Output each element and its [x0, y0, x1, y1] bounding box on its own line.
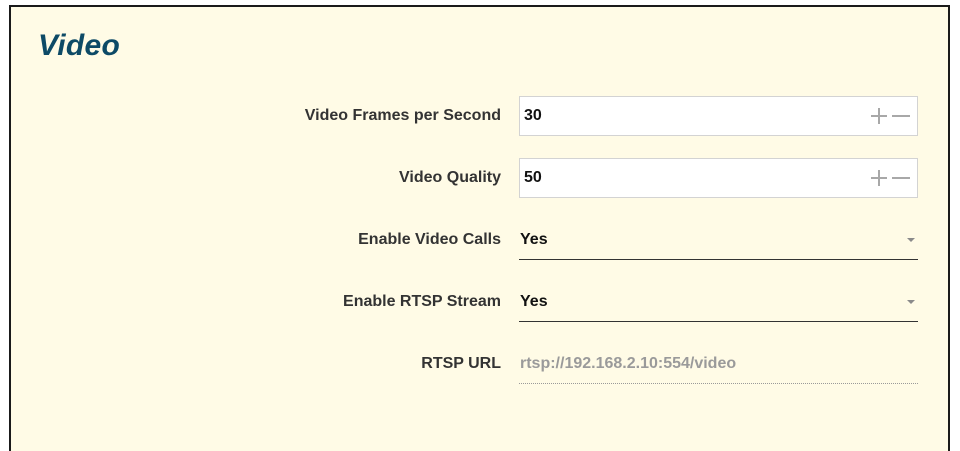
- minus-icon[interactable]: [890, 105, 912, 127]
- fps-label: Video Frames per Second: [304, 107, 501, 124]
- rtsp-url-row: RTSP URL rtsp://192.168.2.10:554/video: [11, 344, 952, 384]
- video-calls-row: Enable Video Calls Yes: [11, 220, 952, 260]
- section-title: Video: [38, 29, 121, 62]
- fps-value[interactable]: 30: [524, 107, 868, 125]
- rtsp-stream-value[interactable]: Yes: [520, 293, 907, 311]
- video-calls-select[interactable]: Yes: [519, 220, 918, 260]
- fps-row: Video Frames per Second 30: [11, 96, 952, 136]
- rtsp-url-value: rtsp://192.168.2.10:554/video: [520, 354, 737, 372]
- rtsp-url-label: RTSP URL: [421, 355, 501, 372]
- quality-value[interactable]: 50: [524, 169, 868, 187]
- plus-icon[interactable]: [868, 167, 890, 189]
- video-settings-panel: Video Video Frames per Second 30 Video Q…: [9, 5, 950, 451]
- plus-icon[interactable]: [868, 105, 890, 127]
- caret-down-icon[interactable]: [907, 237, 915, 242]
- rtsp-stream-row: Enable RTSP Stream Yes: [11, 282, 952, 322]
- fps-stepper[interactable]: 30: [519, 96, 918, 136]
- rtsp-stream-select[interactable]: Yes: [519, 282, 918, 322]
- quality-row: Video Quality 50: [11, 158, 952, 198]
- rtsp-url-field: rtsp://192.168.2.10:554/video: [519, 344, 918, 384]
- video-calls-value[interactable]: Yes: [520, 231, 907, 249]
- minus-icon[interactable]: [890, 167, 912, 189]
- quality-label: Video Quality: [399, 169, 501, 186]
- quality-stepper[interactable]: 50: [519, 158, 918, 198]
- video-calls-label: Enable Video Calls: [358, 231, 501, 248]
- caret-down-icon[interactable]: [907, 299, 915, 304]
- rtsp-stream-label: Enable RTSP Stream: [343, 293, 501, 310]
